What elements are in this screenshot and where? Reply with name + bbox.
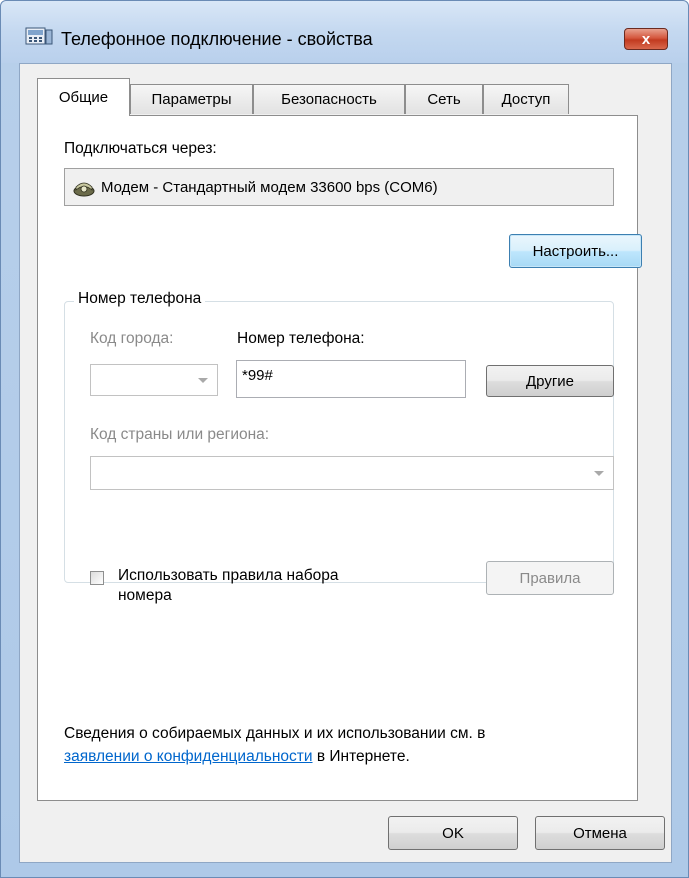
close-icon: x [641,30,651,48]
use-dialing-rules-checkbox[interactable] [90,571,104,585]
device-name: Модем - Стандартный модем 33600 bps (COM… [101,179,438,196]
modem-icon [73,182,95,197]
phone-number-label: Номер телефона: [237,330,365,347]
area-code-label: Код города: [90,330,174,347]
area-code-combobox[interactable] [90,364,218,396]
phone-group-title: Номер телефона [74,290,206,308]
tab-options[interactable]: Параметры [130,84,253,114]
tab-general[interactable]: Общие [37,78,130,116]
use-dialing-rules-label-line1: Использовать правила набора [118,567,339,584]
dialing-rules-button[interactable]: Правила [486,561,614,595]
privacy-statement-link[interactable]: заявлении о конфиденциальности [64,748,313,765]
phone-connection-icon [25,27,53,45]
dialog-client-area: Общие Параметры Безопасность Сеть Доступ… [19,63,672,863]
chevron-down-icon [198,378,208,383]
phone-number-input[interactable]: *99# [236,360,466,398]
device-list[interactable]: Модем - Стандартный модем 33600 bps (COM… [64,168,614,206]
title-bar[interactable]: Телефонное подключение - свойства x [1,1,688,63]
country-region-combobox[interactable] [90,456,614,490]
privacy-text: Сведения о собираемых данных и их исполь… [64,725,486,742]
privacy-text-tail: в Интернете. [312,748,410,765]
alternates-button[interactable]: Другие [486,365,614,397]
general-tab-panel: Подключаться через: Модем - Стандартный … [37,115,642,801]
configure-button[interactable]: Настроить... [509,234,642,268]
ok-button[interactable]: OK [388,816,518,850]
dialog-window: Телефонное подключение - свойства x Общи… [0,0,689,878]
tab-sharing[interactable]: Доступ [483,84,569,114]
privacy-statement-line: заявлении о конфиденциальности в Интерне… [64,748,410,766]
cancel-button[interactable]: Отмена [535,816,665,850]
use-dialing-rules-label-line2: номера [118,587,172,604]
connect-via-label: Подключаться через: [64,140,217,157]
close-button[interactable]: x [624,28,668,50]
chevron-down-icon [594,471,604,476]
country-region-label: Код страны или региона: [90,426,270,443]
tab-security[interactable]: Безопасность [253,84,405,114]
tab-networking[interactable]: Сеть [405,84,483,114]
window-title: Телефонное подключение - свойства [61,29,373,49]
